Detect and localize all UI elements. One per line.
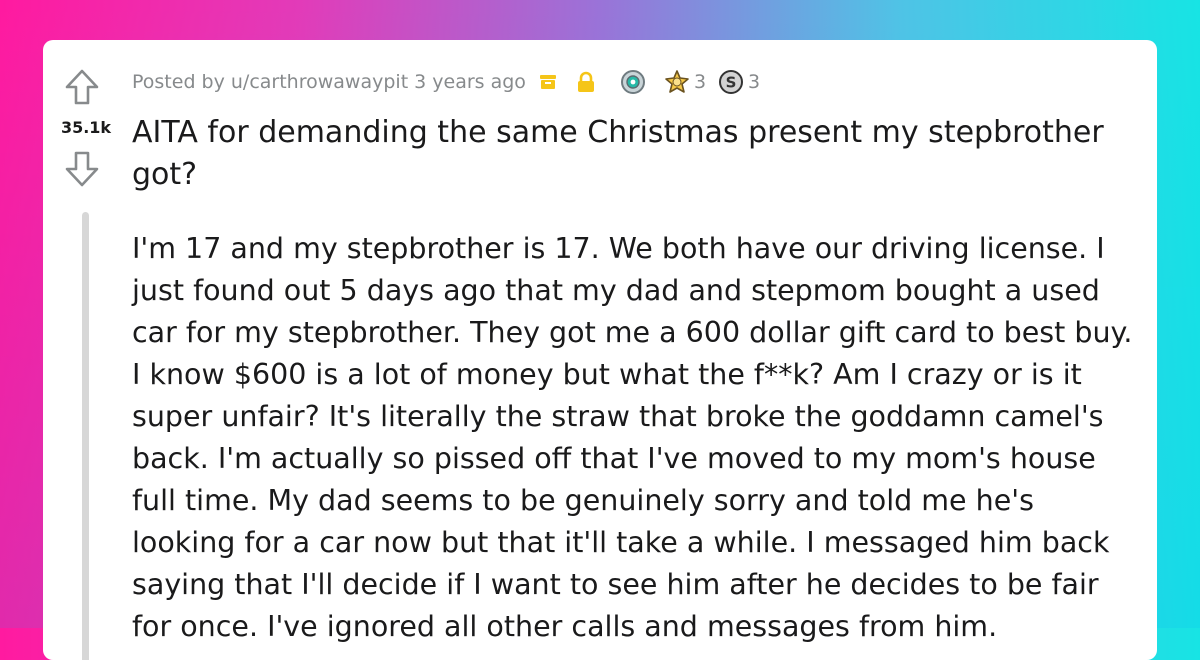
post-card: 35.1k Posted by u/carthrowawaypit 3 year… (43, 40, 1157, 660)
wholesome-award-icon[interactable] (664, 69, 690, 95)
post-title[interactable]: AITA for demanding the same Christmas pr… (132, 112, 1142, 196)
posted-by[interactable]: Posted by u/carthrowawaypit (132, 71, 408, 93)
vote-count: 35.1k (60, 118, 112, 137)
upvote-arrow-icon[interactable] (64, 68, 100, 106)
award-count: 3 (748, 71, 761, 93)
svg-text:S: S (726, 74, 737, 92)
lock-icon (576, 71, 596, 93)
post-meta: Posted by u/carthrowawaypit 3 years ago (132, 67, 760, 97)
silver-award-icon[interactable]: S (718, 69, 744, 95)
post-body: I'm 17 and my stepbrother is 17. We both… (132, 232, 1133, 643)
time-ago[interactable]: 3 years ago (414, 71, 526, 93)
downvote-arrow-icon[interactable] (64, 150, 100, 188)
award-count: 3 (693, 71, 707, 93)
vote-column: 35.1k (43, 40, 127, 660)
archive-box-icon (538, 72, 558, 92)
helpful-award-icon[interactable] (620, 69, 646, 95)
thread-line (82, 212, 89, 660)
